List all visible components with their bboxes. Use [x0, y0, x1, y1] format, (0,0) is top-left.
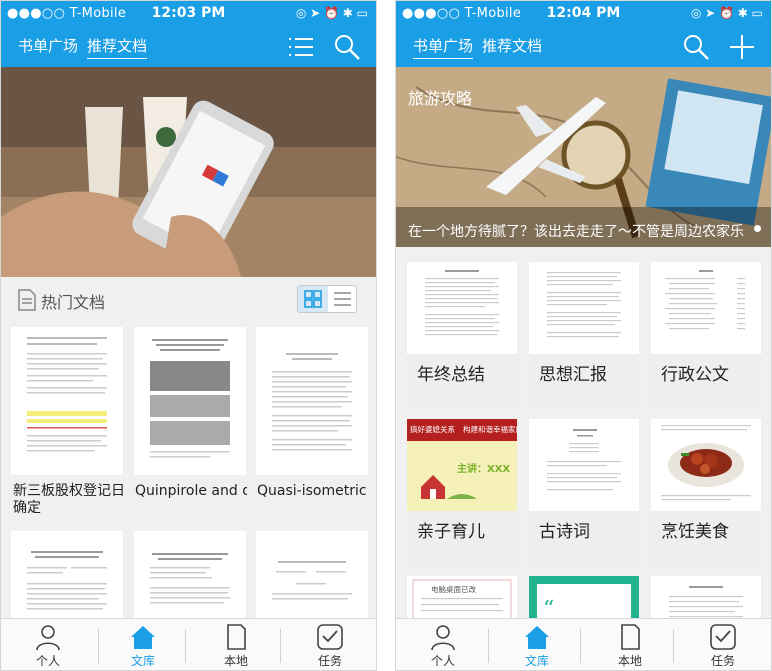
slide-caption-right: 构建和谐幸福家庭	[463, 425, 517, 434]
doc-page-preview	[27, 551, 107, 610]
doc-title[interactable]: Quasi-isometric rigidity and dio...	[257, 483, 369, 500]
screen-booklist-square: ●●●○○ T-Mobile 12:04 PM ◎ ➤ ⏰ ✱ ▭ 书单广场 推…	[395, 0, 772, 671]
tabbar-item-library[interactable]: 文库	[96, 619, 190, 670]
doc-thumbnail[interactable]	[11, 531, 123, 626]
doc-page-preview	[150, 553, 230, 604]
tabbar-item-local[interactable]: 本地	[583, 619, 677, 670]
doc-title[interactable]: Quinpirole and d-amphetamin...	[135, 483, 247, 500]
category-label: 行政公文	[661, 365, 729, 385]
category-thought-report[interactable]: 思想汇报	[529, 262, 639, 410]
checkbox-icon	[710, 624, 736, 650]
doc-page-preview	[425, 270, 499, 336]
section-title: 热门文档	[41, 293, 106, 312]
doc-thumbnail[interactable]	[256, 327, 368, 475]
tabbar-item-library[interactable]: 文库	[490, 619, 584, 670]
doc-page-preview	[272, 353, 352, 451]
tabbar-label: 文库	[524, 654, 549, 668]
category-administrative-docs[interactable]: 行政公文	[651, 262, 761, 410]
doc-page-preview	[27, 337, 107, 452]
divider	[488, 629, 489, 663]
divider	[673, 629, 674, 663]
checkbox-icon	[317, 624, 343, 650]
battery-icon: ◎ ➤ ⏰ ✱ ▭	[295, 6, 368, 20]
category-label: 烹饪美食	[661, 522, 729, 542]
tabbar-item-tasks[interactable]: 任务	[676, 619, 770, 670]
status-bar: ●●●○○ T-Mobile 12:04 PM ◎ ➤ ⏰ ✱ ▭	[396, 1, 771, 27]
tabbar-label: 个人	[35, 654, 60, 668]
doc-heading: 电脑桌面已改	[431, 585, 476, 594]
tabbar-label: 文库	[130, 654, 155, 668]
featured-banner[interactable]	[1, 67, 376, 277]
file-icon	[621, 624, 640, 650]
doc-page-preview	[547, 272, 621, 338]
carousel-dot[interactable]	[754, 225, 761, 232]
list-menu-icon[interactable]	[287, 33, 315, 61]
category-parenting[interactable]: 搞好婆媳关系 构建和谐幸福家庭 主讲：XXX 亲子育儿	[407, 419, 517, 567]
category-label: 亲子育儿	[417, 522, 485, 542]
tabbar-item-local[interactable]: 本地	[189, 619, 283, 670]
slide-host: 主讲：XXX	[457, 464, 511, 475]
banner-title: 旅游攻略	[408, 89, 473, 108]
search-icon[interactable]	[682, 33, 710, 61]
home-icon	[131, 626, 155, 649]
tabbar-item-tasks[interactable]: 任务	[283, 619, 376, 670]
doc-thumbnail[interactable]	[11, 327, 123, 475]
doc-thumbnail[interactable]	[134, 327, 246, 475]
add-icon[interactable]	[728, 33, 756, 61]
category-label: 思想汇报	[539, 365, 607, 385]
doc-title[interactable]: 新三板股权登记日确定	[13, 483, 125, 517]
list-view-icon[interactable]	[328, 286, 357, 312]
doc-page-preview	[272, 561, 352, 600]
tab-booklist-square[interactable]: 书单广场	[413, 36, 474, 59]
doc-thumbnail[interactable]	[134, 531, 246, 626]
doc-page-preview	[665, 270, 745, 330]
person-icon	[431, 625, 455, 651]
bottom-tab-bar: 个人 文库 本地 任务	[396, 618, 771, 670]
tabbar-label: 本地	[617, 654, 642, 668]
grid-view-icon[interactable]	[298, 286, 328, 312]
category-classical-poetry[interactable]: 古诗词	[529, 419, 639, 567]
person-icon	[36, 625, 60, 651]
top-nav: 书单广场 推荐文档	[1, 27, 376, 67]
top-nav: 书单广场 推荐文档	[396, 27, 771, 67]
divider	[185, 629, 186, 663]
category-annual-summary[interactable]: 年终总结	[407, 262, 517, 410]
tabbar-label: 本地	[223, 654, 248, 668]
tabbar-label: 任务	[317, 654, 342, 668]
battery-icon: ◎ ➤ ⏰ ✱ ▭	[690, 6, 763, 20]
travel-guide-banner[interactable]: 旅游攻略 在一个地方待腻了？该出去走走了～不管是周边农家乐	[396, 67, 771, 247]
doc-page-preview	[547, 429, 621, 491]
tab-booklist-square[interactable]: 书单广场	[18, 36, 78, 58]
divider	[580, 629, 581, 663]
banner-caption: 在一个地方待腻了？该出去走走了～不管是周边农家乐	[408, 224, 744, 240]
view-toggle	[297, 285, 357, 313]
tabbar-label: 任务	[710, 654, 735, 668]
bottom-tab-bar: 个人 文库 本地 任务	[1, 618, 376, 670]
tabbar-label: 个人	[430, 654, 455, 668]
banner-phone-photo	[1, 67, 376, 277]
category-label: 年终总结	[417, 365, 485, 385]
status-bar: ●●●○○ T-Mobile 12:03 PM ◎ ➤ ⏰ ✱ ▭	[1, 1, 376, 27]
doc-page-preview	[150, 339, 230, 458]
divider	[280, 629, 281, 663]
food-photo	[651, 419, 761, 511]
search-icon[interactable]	[333, 33, 361, 61]
tab-recommended-docs[interactable]: 推荐文档	[482, 36, 542, 58]
tabbar-item-personal[interactable]: 个人	[396, 619, 490, 670]
screen-recommended-docs: ●●●○○ T-Mobile 12:03 PM ◎ ➤ ⏰ ✱ ▭ 书单广场 推…	[0, 0, 377, 671]
tab-recommended-docs[interactable]: 推荐文档	[87, 36, 148, 59]
file-icon	[227, 624, 246, 650]
category-label: 古诗词	[539, 522, 590, 542]
tabbar-item-personal[interactable]: 个人	[1, 619, 95, 670]
document-icon	[18, 289, 36, 311]
doc-thumbnail[interactable]	[256, 531, 368, 626]
slide-caption-left: 搞好婆媳关系	[410, 425, 455, 434]
hot-docs-header: 热门文档	[1, 277, 376, 322]
category-cooking[interactable]: 烹饪美食	[651, 419, 761, 567]
home-icon	[525, 626, 549, 649]
